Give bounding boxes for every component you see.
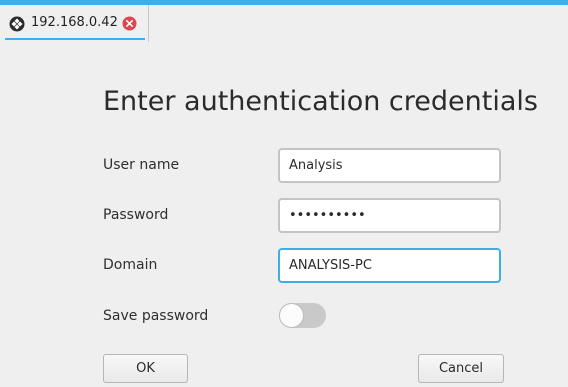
domain-field[interactable] [278, 248, 501, 283]
username-label: User name [103, 157, 180, 173]
password-label: Password [103, 207, 169, 223]
active-tab-indicator [5, 38, 145, 40]
tab-remote-session[interactable]: 192.168.0.42 [0, 5, 149, 42]
password-field[interactable] [278, 198, 501, 233]
ok-button[interactable]: OK [103, 354, 188, 383]
save-password-toggle[interactable] [279, 303, 326, 328]
domain-label: Domain [103, 257, 158, 273]
tab-title: 192.168.0.42 [31, 15, 118, 30]
username-field[interactable] [278, 148, 501, 183]
close-icon[interactable] [122, 16, 137, 31]
save-password-label: Save password [103, 308, 209, 324]
cancel-button[interactable]: Cancel [418, 354, 504, 383]
tab-bar: 192.168.0.42 [0, 5, 568, 42]
dialog-heading: Enter authentication credentials [103, 86, 538, 117]
toggle-knob [279, 303, 304, 328]
remote-desktop-icon [9, 16, 25, 32]
